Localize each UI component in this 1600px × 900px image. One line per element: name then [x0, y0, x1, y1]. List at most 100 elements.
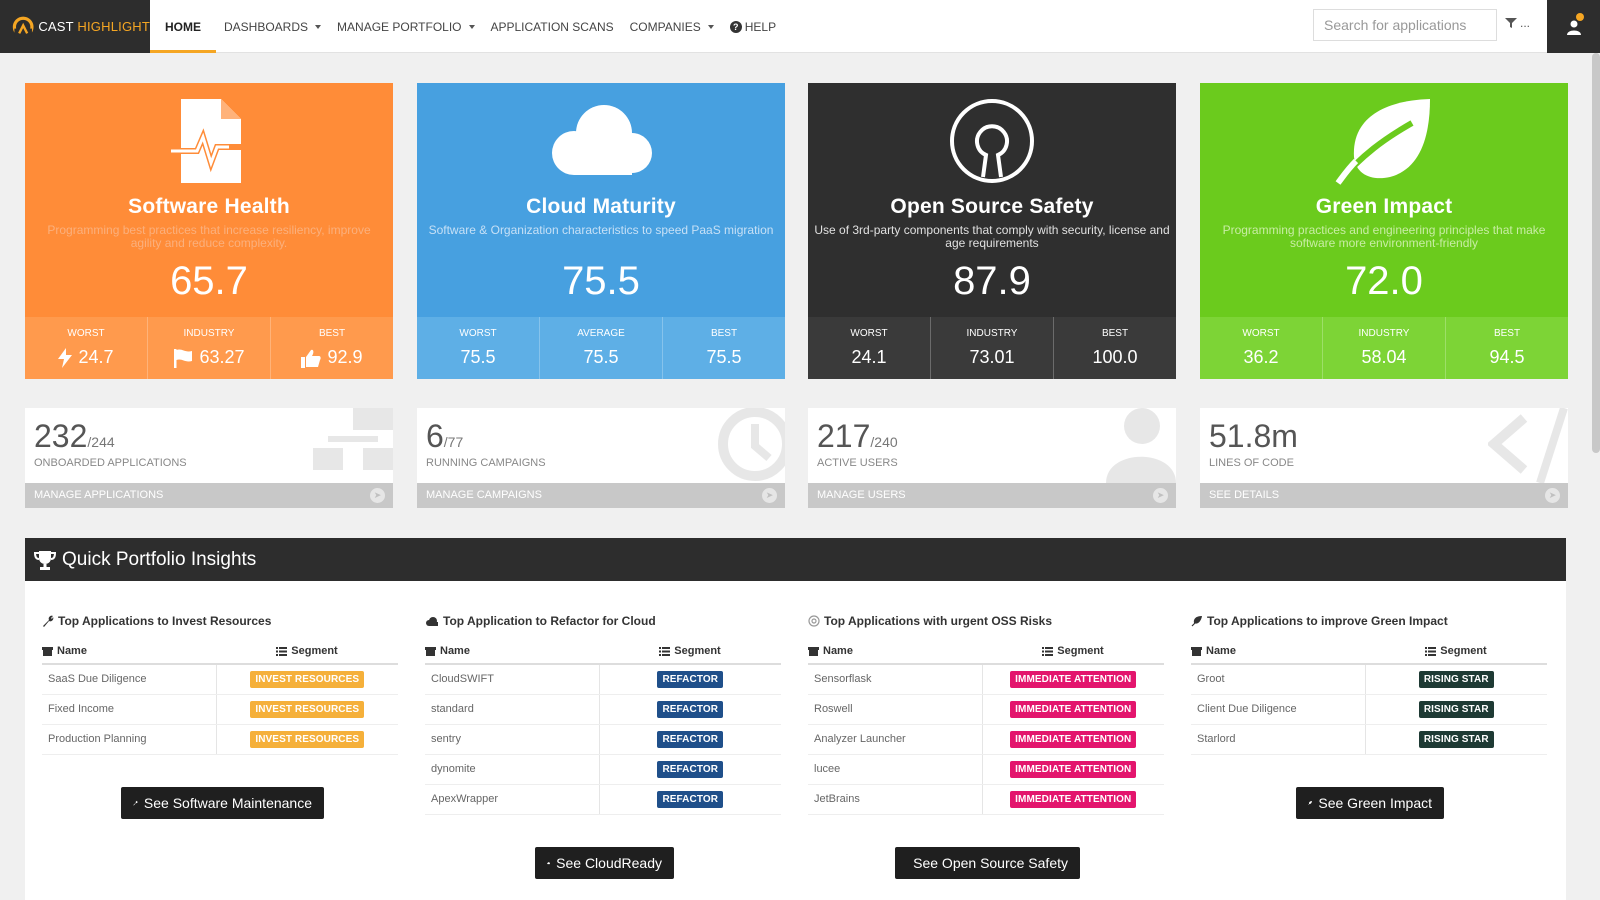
table-row[interactable]: ApexWrapper REFACTOR	[425, 784, 781, 815]
name-header: Name	[440, 645, 470, 657]
search-input[interactable]	[1313, 9, 1497, 41]
see-open-source-safety-button[interactable]: See Open Source Safety	[895, 847, 1080, 879]
cloud-icon	[547, 862, 550, 865]
segment-badge: INVEST RESOURCES	[250, 700, 365, 718]
sitemap-icon	[313, 408, 393, 470]
arrow-right-icon: ➤	[370, 488, 385, 503]
open-source-icon	[808, 615, 820, 627]
leaf-icon	[1335, 99, 1430, 185]
table-row[interactable]: CloudSWIFT REFACTOR	[425, 664, 781, 695]
table-row[interactable]: Roswell IMMEDIATE ATTENTION	[808, 694, 1164, 725]
table-row[interactable]: Production Planning INVEST RESOURCES	[42, 724, 398, 755]
wrench-icon	[43, 615, 54, 627]
filter-button[interactable]: ...	[1505, 16, 1530, 30]
caret-down-icon	[468, 24, 475, 29]
nav-companies[interactable]: COMPANIES	[622, 0, 722, 53]
table-row[interactable]: Fixed Income INVEST RESOURCES	[42, 694, 398, 725]
refactor-cloud-column: Top Application to Refactor for Cloud Na…	[425, 614, 781, 815]
name-header: Name	[57, 645, 87, 657]
notification-badge	[1576, 13, 1584, 21]
table-row[interactable]: dynomite REFACTOR	[425, 754, 781, 785]
card-score: 75.5	[562, 259, 640, 303]
stat-best: BEST 92.9	[270, 317, 393, 379]
open-source-icon	[950, 99, 1034, 183]
stat-best: BEST 94.5	[1445, 317, 1568, 379]
tile-label: RUNNING CAMPAIGNS	[426, 457, 546, 469]
table-row[interactable]: Groot RISING STAR	[1191, 664, 1547, 695]
column-title: Top Applications to improve Green Impact	[1207, 614, 1448, 628]
nav-home[interactable]: HOME	[150, 0, 216, 53]
filter-icon	[1505, 18, 1517, 28]
segment-badge: REFACTOR	[657, 730, 724, 748]
card-score: 65.7	[170, 259, 248, 303]
vertical-scrollbar[interactable]	[1592, 53, 1600, 453]
table-row[interactable]: JetBrains IMMEDIATE ATTENTION	[808, 784, 1164, 815]
insights-panel: Top Applications to Invest Resources Nam…	[25, 581, 1566, 900]
arrow-right-icon: ➤	[1545, 488, 1560, 503]
segment-badge: IMMEDIATE ATTENTION	[1010, 760, 1137, 778]
stat-best: BEST 75.5	[662, 317, 785, 379]
nav-help[interactable]: ? HELP	[722, 0, 784, 53]
segment-header: Segment	[291, 645, 338, 657]
see-green-impact-button[interactable]: See Green Impact	[1296, 787, 1444, 819]
card-title: Cloud Maturity	[526, 195, 676, 218]
oss-risks-column: Top Applications with urgent OSS Risks N…	[808, 614, 1164, 815]
card-stats: WORST 24.7 INDUSTRY 63.27 BEST 92.9	[25, 317, 393, 379]
column-title: Top Applications with urgent OSS Risks	[824, 614, 1053, 628]
applications-table: Name Segment Sensorflask IMMEDIATE ATTENTI…	[808, 639, 1164, 815]
invest-resources-column: Top Applications to Invest Resources Nam…	[42, 614, 398, 755]
manage-campaigns-link[interactable]: MANAGE CAMPAIGNS ➤	[417, 483, 785, 508]
segment-badge: REFACTOR	[657, 670, 724, 688]
nav-dashboards[interactable]: DASHBOARDS	[216, 0, 329, 53]
manage-applications-link[interactable]: MANAGE APPLICATIONS ➤	[25, 483, 393, 508]
green-impact-card[interactable]: Green Impact Programming practices and e…	[1200, 83, 1568, 379]
manage-users-link[interactable]: MANAGE USERS ➤	[808, 483, 1176, 508]
archive-icon	[1191, 646, 1202, 656]
see-cloudready-button[interactable]: See CloudReady	[535, 847, 674, 879]
leaf-icon	[1191, 616, 1202, 627]
segment-badge: IMMEDIATE ATTENTION	[1010, 790, 1137, 808]
open-source-safety-card[interactable]: Open Source Safety Use of 3rd-party comp…	[808, 83, 1176, 379]
cast-logo-icon	[12, 16, 34, 38]
table-row[interactable]: sentry REFACTOR	[425, 724, 781, 755]
table-row[interactable]: standard REFACTOR	[425, 694, 781, 725]
see-software-maintenance-button[interactable]: See Software Maintenance	[121, 787, 324, 819]
stat-best: BEST 100.0	[1053, 317, 1176, 379]
nav-manage-portfolio[interactable]: MANAGE PORTFOLIO	[329, 0, 482, 53]
card-title: Software Health	[128, 195, 290, 218]
tile-count: 51.8m	[1209, 418, 1298, 454]
segment-header: Segment	[674, 645, 721, 657]
cloud-maturity-card[interactable]: Cloud Maturity Software & Organization c…	[417, 83, 785, 379]
list-icon	[1425, 646, 1437, 656]
table-row[interactable]: Sensorflask IMMEDIATE ATTENTION	[808, 664, 1164, 695]
nav-application-scans[interactable]: APPLICATION SCANS	[483, 0, 622, 53]
stat-worst: WORST 24.1	[850, 328, 888, 367]
stat-industry: INDUSTRY 58.04	[1322, 317, 1445, 379]
segment-badge: INVEST RESOURCES	[250, 730, 365, 748]
card-score: 72.0	[1345, 259, 1423, 303]
card-title: Green Impact	[1315, 195, 1453, 218]
table-row[interactable]: Analyzer Launcher IMMEDIATE ATTENTION	[808, 724, 1164, 755]
table-row[interactable]: lucee IMMEDIATE ATTENTION	[808, 754, 1164, 785]
software-health-card[interactable]: Software Health Programming best practic…	[25, 83, 393, 379]
card-title: Open Source Safety	[890, 195, 1094, 218]
code-icon	[1488, 408, 1568, 483]
main-nav: HOME DASHBOARDS MANAGE PORTFOLIO APPLICA…	[150, 0, 784, 53]
cloud-icon	[552, 105, 652, 175]
archive-icon	[808, 646, 819, 656]
flag-icon	[174, 348, 193, 368]
see-details-link[interactable]: SEE DETAILS ➤	[1200, 483, 1568, 508]
brand-logo[interactable]: CAST HIGHLIGHT	[0, 0, 150, 53]
table-row[interactable]: SaaS Due Diligence INVEST RESOURCES	[42, 664, 398, 695]
brand-name: CAST HIGHLIGHT	[38, 19, 150, 34]
lines-of-code-tile: 51.8m LINES OF CODE SEE DETAILS ➤	[1200, 408, 1568, 508]
table-row[interactable]: Starlord RISING STAR	[1191, 724, 1547, 755]
stat-average: AVERAGE 75.5	[539, 317, 662, 379]
applications-table: Name Segment CloudSWIFT REFACTOR standard R…	[425, 639, 781, 815]
archive-icon	[425, 646, 436, 656]
user-menu-button[interactable]	[1547, 0, 1600, 53]
table-row[interactable]: Client Due Diligence RISING STAR	[1191, 694, 1547, 725]
tile-count: 232/244	[34, 418, 115, 454]
segment-badge: REFACTOR	[657, 700, 724, 718]
segment-badge: RISING STAR	[1418, 670, 1494, 688]
